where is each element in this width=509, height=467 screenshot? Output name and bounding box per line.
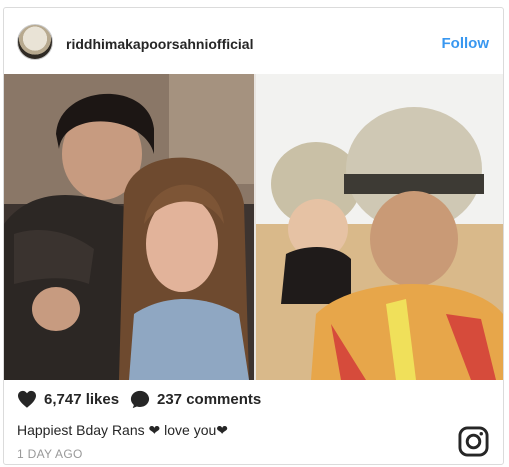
right-photo (256, 74, 503, 380)
avatar[interactable] (17, 24, 53, 60)
likes-count: 6,747 likes (44, 390, 120, 408)
follow-button[interactable]: Follow (442, 35, 490, 52)
username[interactable]: riddhimakapoorsahniofficial (66, 36, 253, 52)
left-photo (4, 74, 254, 380)
comment-action[interactable]: 237 comments (130, 390, 261, 409)
instagram-post-card: riddhimakapoorsahniofficial Follow 6,747… (3, 7, 504, 465)
comments-count: 237 comments (157, 391, 262, 408)
like-action[interactable]: 6,747 likes (17, 390, 119, 408)
post-image[interactable] (4, 74, 503, 380)
post-header: riddhimakapoorsahniofficial Follow (4, 8, 503, 74)
post-caption: Happiest Bday Rans ❤ love you❤ (17, 422, 229, 438)
instagram-logo-icon[interactable] (458, 426, 489, 457)
comment-bubble-icon[interactable] (130, 390, 150, 409)
heart-icon[interactable] (17, 390, 37, 408)
post-timestamp: 1 DAY AGO (17, 447, 83, 461)
post-actions: 6,747 likes 237 comments (17, 390, 487, 416)
